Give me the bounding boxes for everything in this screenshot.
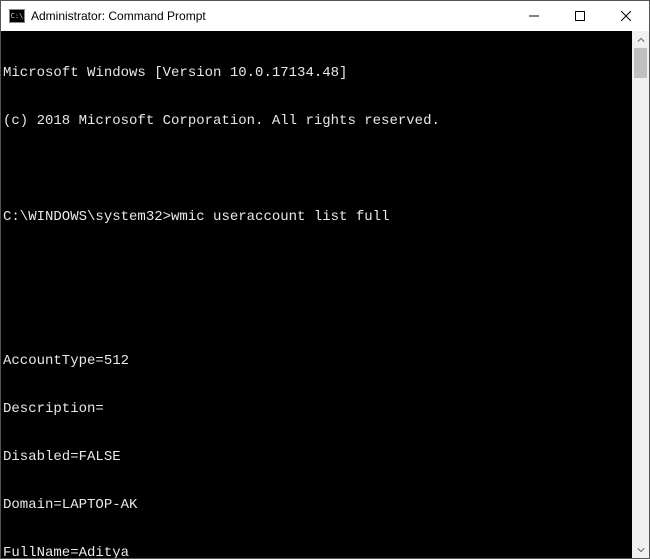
command: wmic useraccount list full [171, 209, 389, 225]
output-line: AccountType=512 [3, 353, 632, 369]
command-prompt-window: C:\ Administrator: Command Prompt Micros… [0, 0, 650, 559]
output-line: FullName=Aditya [3, 545, 632, 558]
vertical-scrollbar[interactable] [632, 31, 649, 558]
terminal-output[interactable]: Microsoft Windows [Version 10.0.17134.48… [1, 31, 632, 558]
blank-line [3, 161, 632, 177]
scroll-thumb[interactable] [634, 48, 647, 78]
titlebar[interactable]: C:\ Administrator: Command Prompt [1, 1, 649, 31]
terminal-area: Microsoft Windows [Version 10.0.17134.48… [1, 31, 649, 558]
close-button[interactable] [603, 1, 649, 31]
scroll-up-arrow-icon[interactable] [632, 31, 649, 48]
prompt-line: C:\WINDOWS\system32>wmic useraccount lis… [3, 209, 632, 225]
output-line: Description= [3, 401, 632, 417]
window-controls [511, 1, 649, 31]
minimize-button[interactable] [511, 1, 557, 31]
output-line: Disabled=FALSE [3, 449, 632, 465]
scroll-down-arrow-icon[interactable] [632, 541, 649, 558]
cmd-icon: C:\ [9, 9, 25, 23]
prompt: C:\WINDOWS\system32> [3, 209, 171, 225]
maximize-button[interactable] [557, 1, 603, 31]
blank-line [3, 305, 632, 321]
blank-line [3, 257, 632, 273]
output-line: Domain=LAPTOP-AK [3, 497, 632, 513]
banner-line: Microsoft Windows [Version 10.0.17134.48… [3, 65, 632, 81]
window-title: Administrator: Command Prompt [31, 9, 511, 23]
banner-line: (c) 2018 Microsoft Corporation. All righ… [3, 113, 632, 129]
